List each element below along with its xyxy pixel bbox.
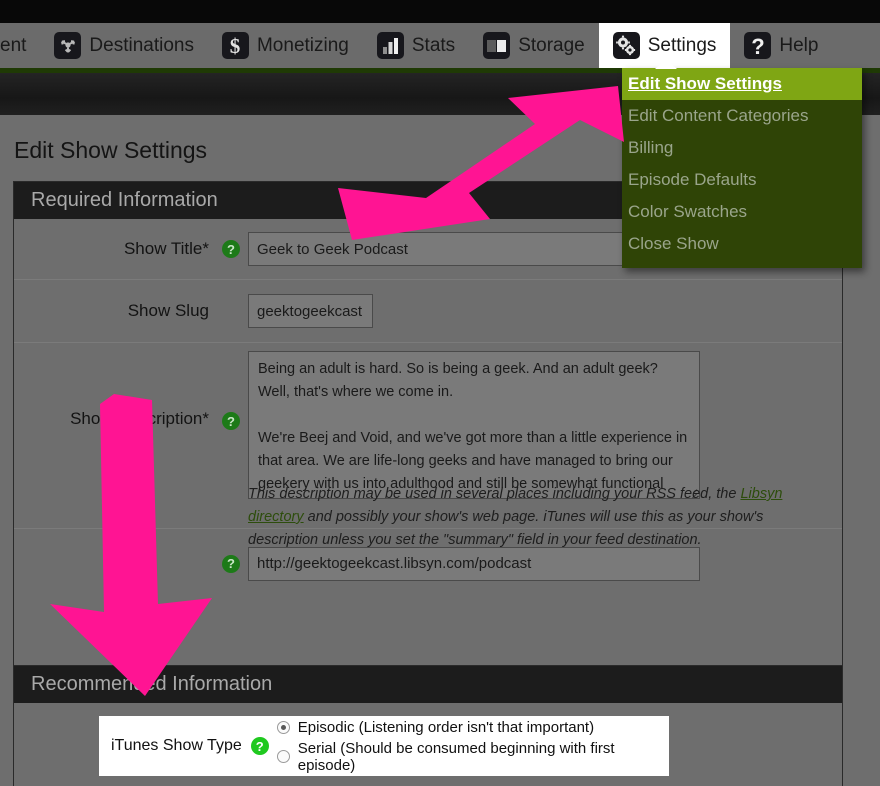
menu-item-label: Edit Show Settings xyxy=(628,74,782,93)
bar-chart-icon xyxy=(376,32,404,59)
show-description-textarea[interactable]: Being an adult is hard. So is being a ge… xyxy=(248,351,700,499)
menu-item-close-show[interactable]: Close Show xyxy=(622,228,862,260)
nav-item-label: Stats xyxy=(411,35,456,56)
itunes-show-type-label: iTunes Show Type xyxy=(111,737,242,754)
menu-item-edit-content-categories[interactable]: Edit Content Categories xyxy=(622,100,862,132)
nav-item-content[interactable]: ent xyxy=(0,23,40,68)
settings-dropdown-menu: Edit Show Settings Edit Content Categori… xyxy=(622,59,862,268)
recommended-information-panel: Recommended Information iTunes Show Type… xyxy=(13,665,843,786)
storage-icon xyxy=(483,32,511,59)
radio-option-episodic[interactable]: Episodic (Listening order isn't that imp… xyxy=(276,718,669,736)
nav-item-monetizing[interactable]: $ Monetizing xyxy=(208,23,363,68)
show-title-value: Geek to Geek Podcast xyxy=(257,240,408,258)
question-help-icon[interactable]: ? xyxy=(250,737,269,755)
radio-button-episodic[interactable] xyxy=(276,720,290,734)
gears-icon xyxy=(612,32,640,59)
main-navigation-bar: ent Destinations $ Monetizing Stats Stor… xyxy=(0,23,880,68)
show-slug-label: Show Slug xyxy=(127,301,209,320)
radio-label-episodic: Episodic (Listening order isn't that imp… xyxy=(297,718,595,736)
nav-item-stats[interactable]: Stats xyxy=(363,23,469,68)
question-help-icon[interactable]: ? xyxy=(222,240,240,258)
itunes-show-type-highlight-row: iTunes Show Type ? Episodic (Listening o… xyxy=(99,716,669,776)
question-mark-icon: ? xyxy=(744,32,772,59)
form-row-show-url: ? http://geektogeekcast.libsyn.com/podca… xyxy=(14,529,842,598)
svg-text:?: ? xyxy=(751,35,764,57)
menu-item-episode-defaults[interactable]: Episode Defaults xyxy=(622,164,862,196)
menu-item-edit-show-settings[interactable]: Edit Show Settings xyxy=(622,68,862,100)
radio-button-serial[interactable] xyxy=(276,750,290,763)
nav-item-label: Storage xyxy=(518,35,585,56)
show-slug-value: geektogeekcast xyxy=(257,302,363,320)
show-title-label: Show Title* xyxy=(123,239,209,258)
dollar-sign-icon: $ xyxy=(221,32,249,59)
nav-item-destinations[interactable]: Destinations xyxy=(40,23,208,68)
help-text-part1: This description may be used in several … xyxy=(248,486,741,502)
menu-item-color-swatches[interactable]: Color Swatches xyxy=(622,196,862,228)
show-description-label: Show Description* xyxy=(70,409,209,428)
menu-item-label: Episode Defaults xyxy=(628,170,757,189)
app-window: ent Destinations $ Monetizing Stats Stor… xyxy=(0,0,880,786)
question-help-icon[interactable]: ? xyxy=(222,554,240,573)
nav-item-label: Settings xyxy=(647,35,717,56)
nav-item-label: Monetizing xyxy=(256,35,349,56)
menu-item-label: Billing xyxy=(628,138,674,157)
panel-header-recommended: Recommended Information xyxy=(14,666,842,703)
form-row-show-description: Show Description* ? Being an adult is ha… xyxy=(14,343,842,548)
radio-label-serial: Serial (Should be consumed beginning wit… xyxy=(297,739,615,774)
show-url-value: http://geektogeekcast.libsyn.com/podcast xyxy=(257,555,532,572)
menu-item-label: Edit Content Categories xyxy=(628,106,809,125)
nav-item-label: Destinations xyxy=(89,35,194,56)
itunes-show-type-radio-group: Episodic (Listening order isn't that imp… xyxy=(276,718,669,774)
destinations-icon xyxy=(54,32,82,59)
svg-text:$: $ xyxy=(230,35,241,57)
browser-top-chrome xyxy=(0,0,880,23)
menu-item-billing[interactable]: Billing xyxy=(622,132,862,164)
menu-item-label: Color Swatches xyxy=(628,202,748,221)
nav-item-storage[interactable]: Storage xyxy=(469,23,599,68)
nav-item-label: ent xyxy=(0,35,27,56)
page-title: Edit Show Settings xyxy=(14,137,208,163)
nav-item-label: Help xyxy=(779,35,819,56)
menu-item-label: Close Show xyxy=(628,234,719,253)
question-help-icon[interactable]: ? xyxy=(222,412,240,430)
show-description-value: Being an adult is hard. So is being a ge… xyxy=(258,361,688,492)
radio-option-serial[interactable]: Serial (Should be consumed beginning wit… xyxy=(276,739,669,774)
show-url-input[interactable]: http://geektogeekcast.libsyn.com/podcast xyxy=(248,546,700,581)
dropdown-caret-icon xyxy=(655,59,677,69)
show-slug-input[interactable]: geektogeekcast xyxy=(248,294,373,328)
form-row-show-slug: Show Slug geektogeekcast xyxy=(14,280,842,343)
nav-item-help[interactable]: ? Help xyxy=(730,23,832,68)
